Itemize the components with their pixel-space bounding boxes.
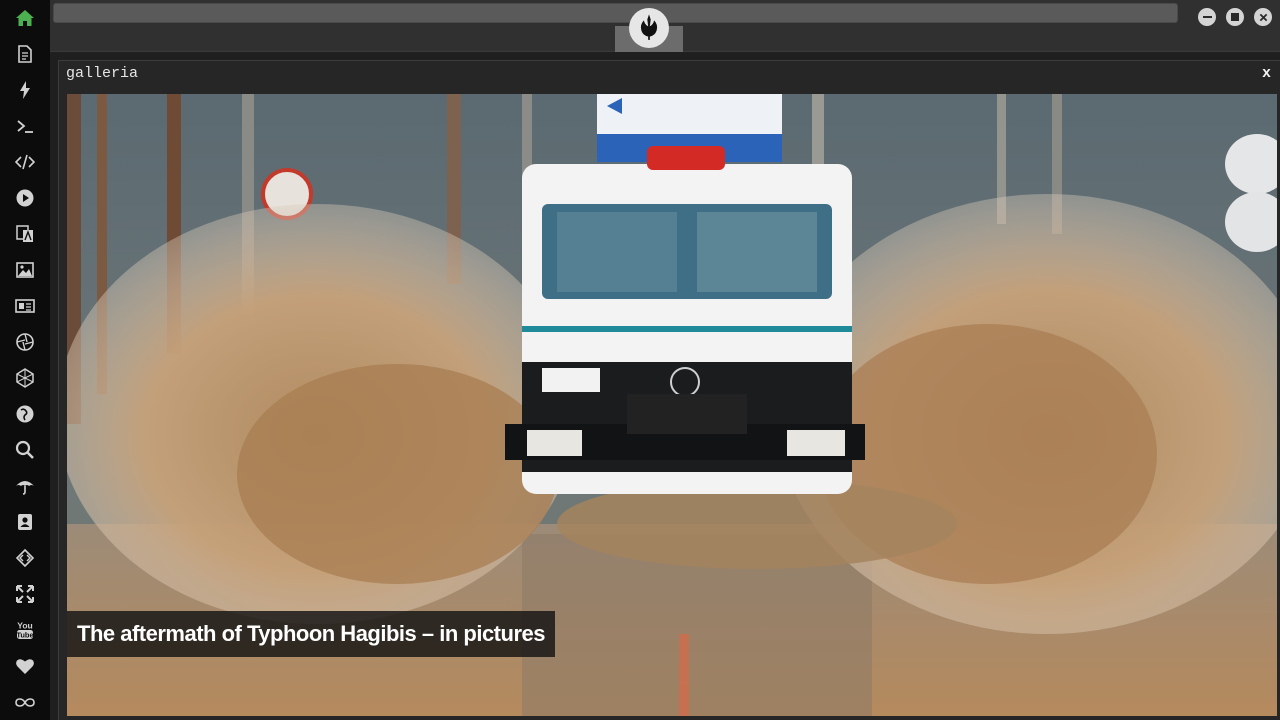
- gallery-panel: galleria x The aftermath of Typhoon Hagi…: [58, 60, 1280, 720]
- lightning-icon[interactable]: [13, 78, 37, 102]
- expand-icon[interactable]: [13, 582, 37, 606]
- panel-title: galleria: [66, 65, 139, 82]
- globe-icon[interactable]: [13, 402, 37, 426]
- youtube-icon[interactable]: You Tube: [13, 618, 37, 642]
- top-bar: [50, 0, 1280, 52]
- code-icon[interactable]: [13, 150, 37, 174]
- photo-caption: The aftermath of Typhoon Hagibis – in pi…: [67, 611, 555, 657]
- umbrella-icon[interactable]: [13, 474, 37, 498]
- maximize-icon[interactable]: [1226, 8, 1244, 26]
- aperture-icon[interactable]: [13, 330, 37, 354]
- sidebar: You Tube: [0, 0, 50, 720]
- translate-icon[interactable]: [13, 222, 37, 246]
- search-icon[interactable]: [13, 438, 37, 462]
- infinity-cloud-icon[interactable]: [13, 690, 37, 714]
- terminal-icon[interactable]: [13, 114, 37, 138]
- diamond-code-icon[interactable]: [13, 546, 37, 570]
- panel-close-button[interactable]: x: [1262, 65, 1271, 82]
- gallery-photo[interactable]: The aftermath of Typhoon Hagibis – in pi…: [67, 94, 1277, 716]
- news-icon[interactable]: [13, 294, 37, 318]
- caption-text: The aftermath of Typhoon Hagibis – in pi…: [77, 621, 545, 646]
- image-icon[interactable]: [13, 258, 37, 282]
- minimize-icon[interactable]: [1198, 8, 1216, 26]
- play-icon[interactable]: [13, 186, 37, 210]
- polyhedron-icon[interactable]: [13, 366, 37, 390]
- close-icon[interactable]: [1254, 8, 1272, 26]
- youtube-tube-text: Tube: [16, 630, 33, 639]
- youtube-you-text: You: [17, 621, 32, 631]
- rebel-alliance-icon[interactable]: [629, 8, 669, 48]
- home-icon[interactable]: [13, 6, 37, 30]
- address-bar[interactable]: [53, 3, 1178, 23]
- heart-icon[interactable]: [13, 654, 37, 678]
- contact-icon[interactable]: [13, 510, 37, 534]
- document-icon[interactable]: [13, 42, 37, 66]
